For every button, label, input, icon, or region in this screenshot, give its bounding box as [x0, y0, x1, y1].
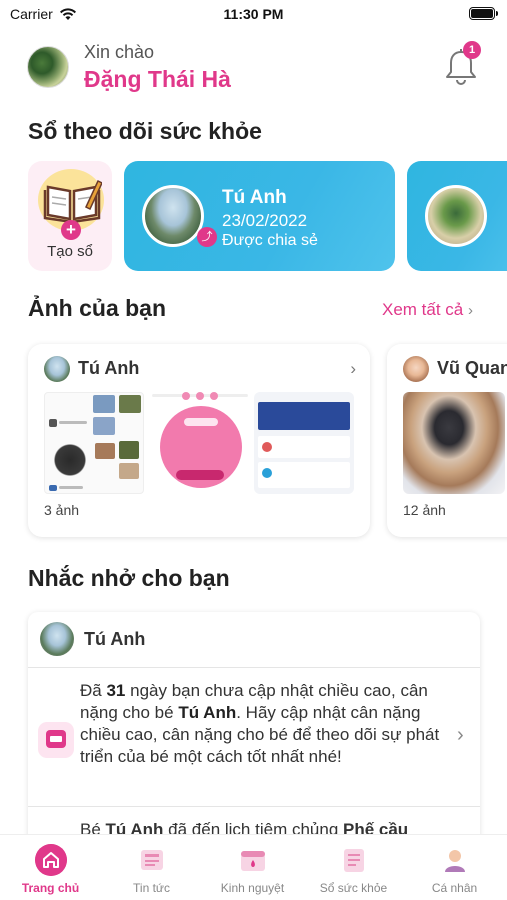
bottom-nav: Trang chủ Tin tức Kinh nguyệt Sổ sức khỏ…	[0, 834, 507, 900]
photo-thumbnail[interactable]	[152, 392, 248, 494]
album-name: Vũ Quan	[437, 358, 507, 378]
see-all-label: Xem tất cả	[382, 300, 464, 319]
chevron-right-icon: ›	[468, 302, 473, 319]
photo-thumbnail[interactable]	[44, 392, 144, 494]
greeting: Xin chào	[84, 42, 155, 62]
battery-icon	[469, 7, 498, 20]
child-avatar	[425, 185, 487, 247]
divider	[28, 806, 480, 807]
child-avatar	[40, 622, 74, 656]
share-icon: ⤴	[197, 227, 217, 247]
reminder-header: Tú Anh	[28, 612, 480, 668]
photo-count: 12 ảnh	[403, 502, 446, 518]
health-book-card[interactable]: ⤴ Tú Anh 23/02/2022 Được chia sẻ	[124, 161, 395, 271]
reminder-card: Tú Anh Đã 31 ngày bạn chưa cập nhật chiề…	[28, 612, 480, 872]
nav-label: Cá nhân	[431, 881, 478, 895]
nav-health-book[interactable]: Sổ sức khỏe	[303, 835, 404, 900]
album-avatar	[403, 356, 429, 382]
home-icon	[35, 844, 67, 876]
user-avatar[interactable]	[27, 46, 69, 88]
notification-badge: 1	[463, 41, 481, 59]
clock: 11:30 PM	[223, 6, 284, 22]
nav-label: Trang chủ	[21, 881, 80, 895]
health-books-title: Sổ theo dõi sức khỏe	[28, 118, 262, 144]
nav-label: Sổ sức khỏe	[319, 881, 388, 895]
child-name: Tú Anh	[222, 187, 287, 208]
nav-label: Kinh nguyệt	[220, 881, 285, 895]
book-icon	[43, 179, 102, 224]
album-avatar	[44, 356, 70, 382]
photo-album-card[interactable]: Vũ Quan 12 ảnh	[387, 344, 507, 537]
photo-count: 3 ảnh	[44, 502, 80, 518]
child-birthdate: 23/02/2022	[222, 211, 308, 230]
create-book-button[interactable]: + Tạo sổ	[28, 161, 112, 271]
nav-news[interactable]: Tin tức	[101, 835, 202, 900]
reminder-text: Đã	[80, 681, 107, 700]
nav-profile[interactable]: Cá nhân	[404, 835, 505, 900]
reminder-message: Đã 31 ngày bạn chưa cập nhật chiều cao, …	[80, 680, 446, 768]
photos-title: Ảnh của bạn	[28, 295, 167, 321]
profile-icon	[445, 850, 465, 872]
header: Xin chào Đặng Thái Hà	[0, 38, 507, 100]
shared-status: Được chia sẻ	[222, 232, 318, 249]
plus-icon: +	[61, 220, 81, 240]
photo-thumbnail[interactable]	[403, 392, 505, 494]
photo-thumbnail[interactable]	[254, 392, 354, 494]
user-name: Đặng Thái Hà	[84, 66, 231, 92]
news-icon	[141, 850, 163, 870]
child-name: Tú Anh	[84, 629, 146, 649]
period-calendar-icon	[241, 851, 265, 871]
scale-icon	[38, 722, 74, 758]
chevron-right-icon: ›	[457, 724, 464, 746]
days-count: 31	[106, 681, 126, 700]
child-avatar	[142, 185, 204, 247]
photo-album-card[interactable]: Tú Anh › 3 ảnh	[28, 344, 370, 537]
nav-period[interactable]: Kinh nguyệt	[202, 835, 303, 900]
child-name: Tú Anh	[178, 703, 237, 722]
nav-home[interactable]: Trang chủ	[0, 835, 101, 900]
status-bar: Carrier 11:30 PM	[0, 0, 507, 30]
chevron-right-icon: ›	[350, 359, 356, 378]
album-name: Tú Anh	[78, 358, 140, 378]
health-book-card[interactable]	[407, 161, 507, 271]
health-book-icon	[344, 849, 364, 872]
reminders-title: Nhắc nhở cho bạn	[28, 565, 230, 591]
create-book-label: Tạo sổ	[47, 243, 93, 260]
see-all-link[interactable]: Xem tất cả ›	[382, 300, 473, 320]
nav-label: Tin tức	[133, 881, 170, 895]
